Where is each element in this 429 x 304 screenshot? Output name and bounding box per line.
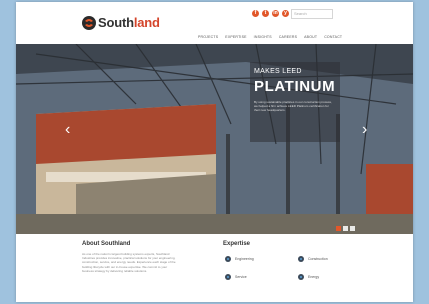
expertise-label: Construction xyxy=(308,257,328,261)
hero-title: PLATINUM xyxy=(254,78,336,95)
energy-icon xyxy=(298,274,304,280)
hero-photo xyxy=(16,44,413,234)
slider-pagination xyxy=(336,226,355,231)
logo-text-accent: land xyxy=(133,15,160,30)
construction-icon xyxy=(298,256,304,262)
slider-next-arrow-icon[interactable]: › xyxy=(362,122,367,138)
about-text: As one of the nation's largest building … xyxy=(82,252,176,273)
site-header: Southland f t in y Search PROJECTS EXPER… xyxy=(16,2,413,44)
nav-item-projects[interactable]: PROJECTS xyxy=(198,35,218,39)
expertise-label: Service xyxy=(235,275,247,279)
logo-mark-icon xyxy=(82,15,96,30)
nav-item-insights[interactable]: INSIGHTS xyxy=(254,35,272,39)
facebook-icon[interactable]: f xyxy=(252,10,259,17)
service-icon xyxy=(225,274,231,280)
twitter-icon[interactable]: t xyxy=(262,10,269,17)
search-input[interactable]: Search xyxy=(291,9,333,19)
logo-text-prefix: South xyxy=(98,15,134,30)
slider-dot[interactable] xyxy=(343,226,348,231)
expertise-item-energy[interactable]: Energy xyxy=(298,274,319,280)
hero-pretitle: MAKES LEED xyxy=(254,68,302,75)
logo[interactable]: Southland xyxy=(82,15,160,30)
expertise-item-service[interactable]: Service xyxy=(225,274,247,280)
about-heading: About Southland xyxy=(82,241,131,247)
main-nav: PROJECTS EXPERTISE INSIGHTS CAREERS ABOU… xyxy=(198,35,342,39)
nav-item-contact[interactable]: CONTACT xyxy=(324,35,342,39)
youtube-icon[interactable]: y xyxy=(282,10,289,17)
website-frame: Southland f t in y Search PROJECTS EXPER… xyxy=(16,2,413,302)
nav-item-about[interactable]: ABOUT xyxy=(304,35,317,39)
expertise-item-construction[interactable]: Construction xyxy=(298,256,328,262)
slider-prev-arrow-icon[interactable]: ‹ xyxy=(65,122,70,138)
nav-item-expertise[interactable]: EXPERTISE xyxy=(225,35,246,39)
linkedin-icon[interactable]: in xyxy=(272,10,279,17)
hero-description: By using sustainable practices in our co… xyxy=(254,100,332,112)
slider-dot[interactable] xyxy=(336,226,341,231)
expertise-item-engineering[interactable]: Engineering xyxy=(225,256,254,262)
expertise-heading: Expertise xyxy=(223,241,251,247)
nav-item-careers[interactable]: CAREERS xyxy=(279,35,297,39)
social-links: f t in y xyxy=(252,10,289,17)
slider-dot[interactable] xyxy=(350,226,355,231)
hero-slider: MAKES LEED PLATINUM By using sustainable… xyxy=(16,44,413,234)
content-section: About Southland As one of the nation's l… xyxy=(16,234,413,302)
expertise-label: Engineering xyxy=(235,257,254,261)
logo-text: Southland xyxy=(98,15,160,30)
engineering-icon xyxy=(225,256,231,262)
expertise-label: Energy xyxy=(308,275,320,279)
